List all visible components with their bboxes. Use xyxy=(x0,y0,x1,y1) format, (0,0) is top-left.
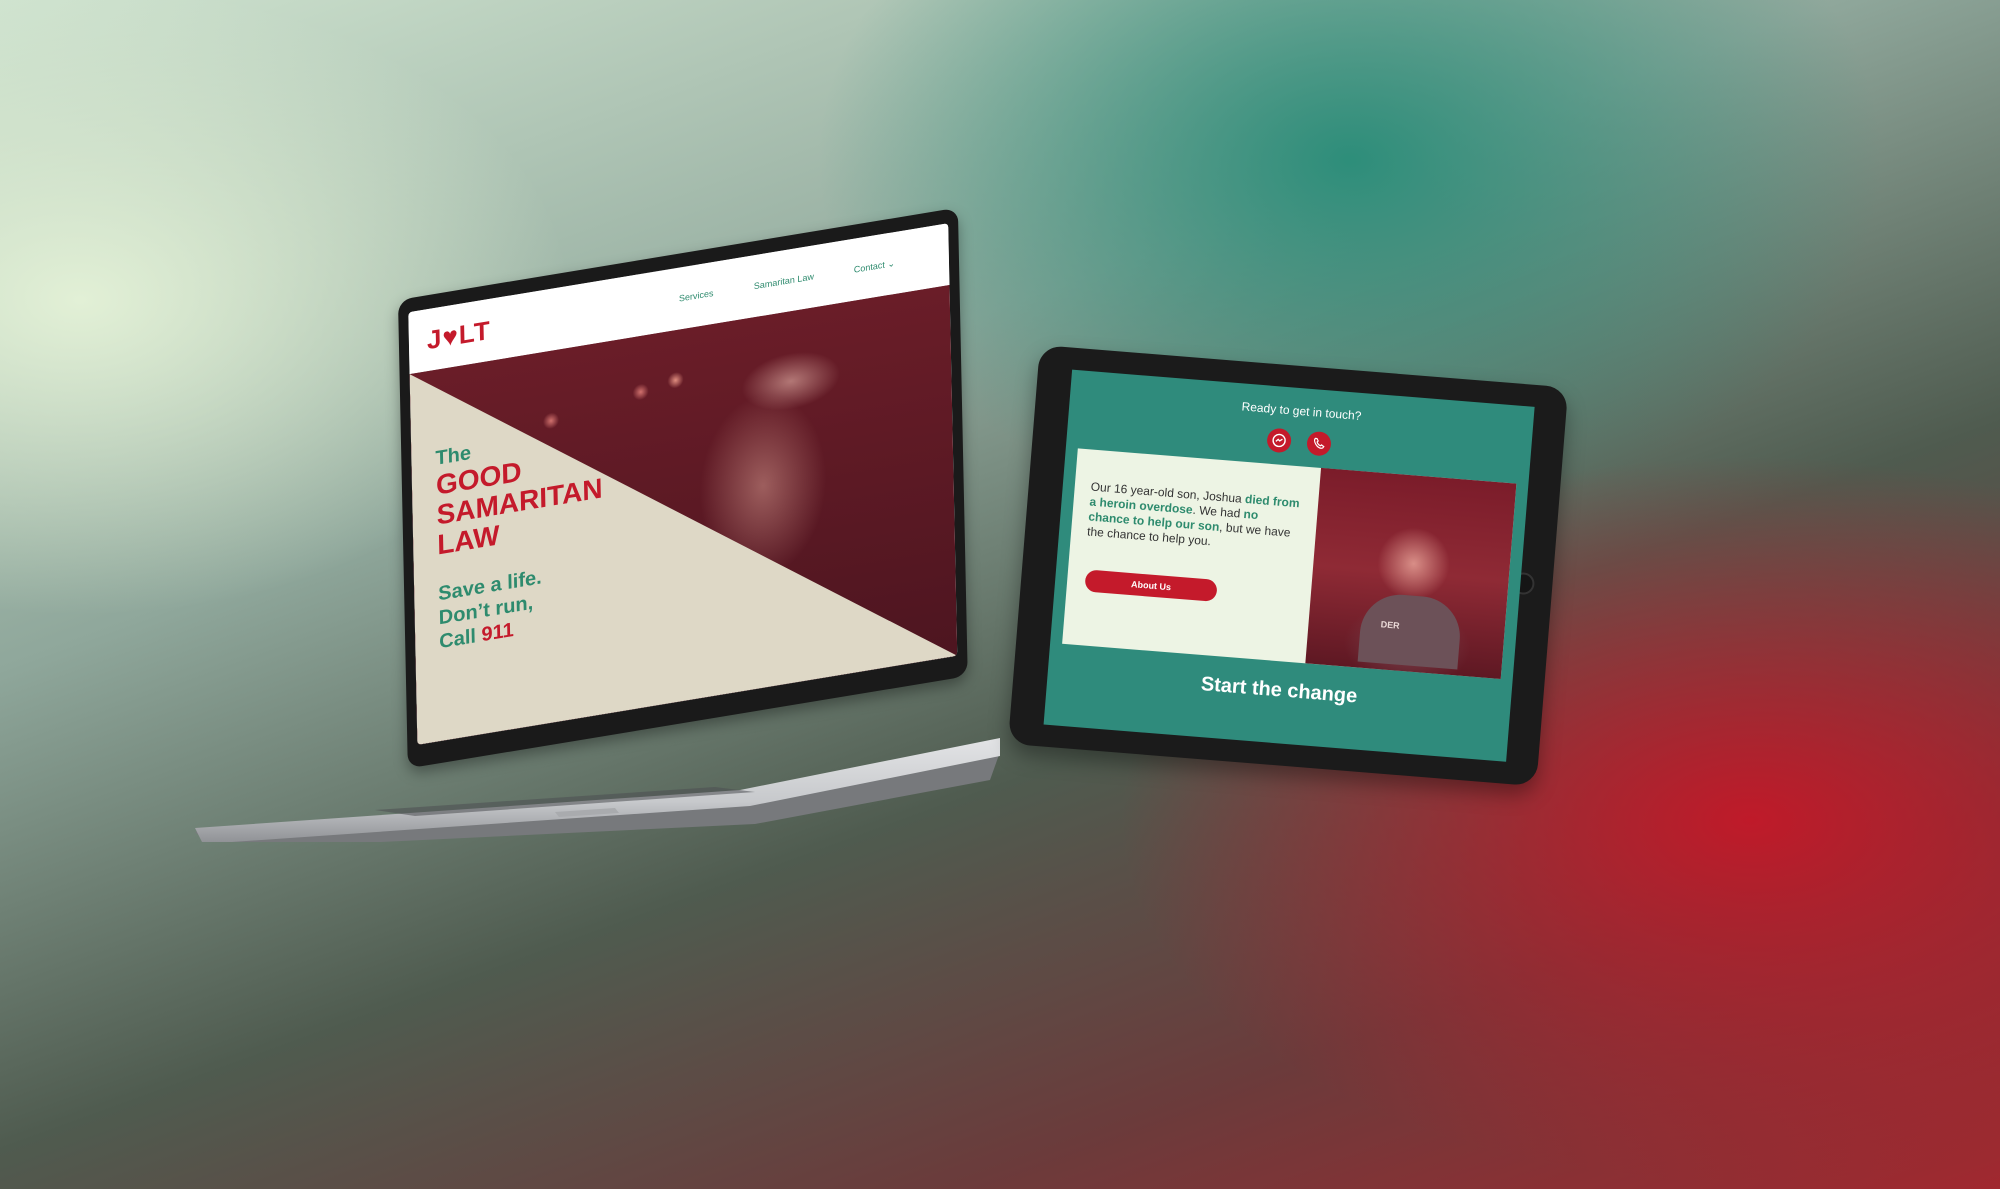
hero-text: The GOOD SAMARITAN LAW Save a life. Don’… xyxy=(435,408,679,654)
laptop-screen: J♥LT Services Samaritan Law Contact ⌄ Th… xyxy=(408,223,958,745)
phone-icon[interactable] xyxy=(1306,430,1332,457)
story-card: Our 16 year-old son, Joshua died from a … xyxy=(1062,448,1517,680)
joshua-photo: DER xyxy=(1305,467,1517,680)
nav-contact-label: Contact xyxy=(853,259,885,275)
story-quote: Our 16 year-old son, Joshua died from a … xyxy=(1086,479,1301,549)
contact-heading: Ready to get in touch? xyxy=(1241,399,1362,423)
nav-samaritan-law[interactable]: Samaritan Law xyxy=(754,271,814,291)
jolt-logo[interactable]: J♥LT xyxy=(427,315,491,356)
photo-shirt xyxy=(1357,591,1463,670)
laptop-bezel: J♥LT Services Samaritan Law Contact ⌄ Th… xyxy=(398,207,968,769)
about-us-button[interactable]: About Us xyxy=(1084,569,1218,602)
nav-services[interactable]: Services xyxy=(679,288,714,304)
laptop-mockup: J♥LT Services Samaritan Law Contact ⌄ Th… xyxy=(0,0,2000,1189)
laptop-lid: J♥LT Services Samaritan Law Contact ⌄ Th… xyxy=(398,207,968,769)
chevron-down-icon: ⌄ xyxy=(887,258,896,270)
photo-shirt-text: DER xyxy=(1380,619,1401,631)
tablet-mockup: Ready to get in touch? Our 16 year-old s… xyxy=(1005,345,1638,832)
laptop-base xyxy=(195,738,1000,842)
nav-contact[interactable]: Contact ⌄ xyxy=(854,258,895,276)
tablet-bezel: Ready to get in touch? Our 16 year-old s… xyxy=(1007,345,1569,787)
tablet-screen: Ready to get in touch? Our 16 year-old s… xyxy=(1043,369,1535,762)
messenger-icon[interactable] xyxy=(1266,427,1293,454)
